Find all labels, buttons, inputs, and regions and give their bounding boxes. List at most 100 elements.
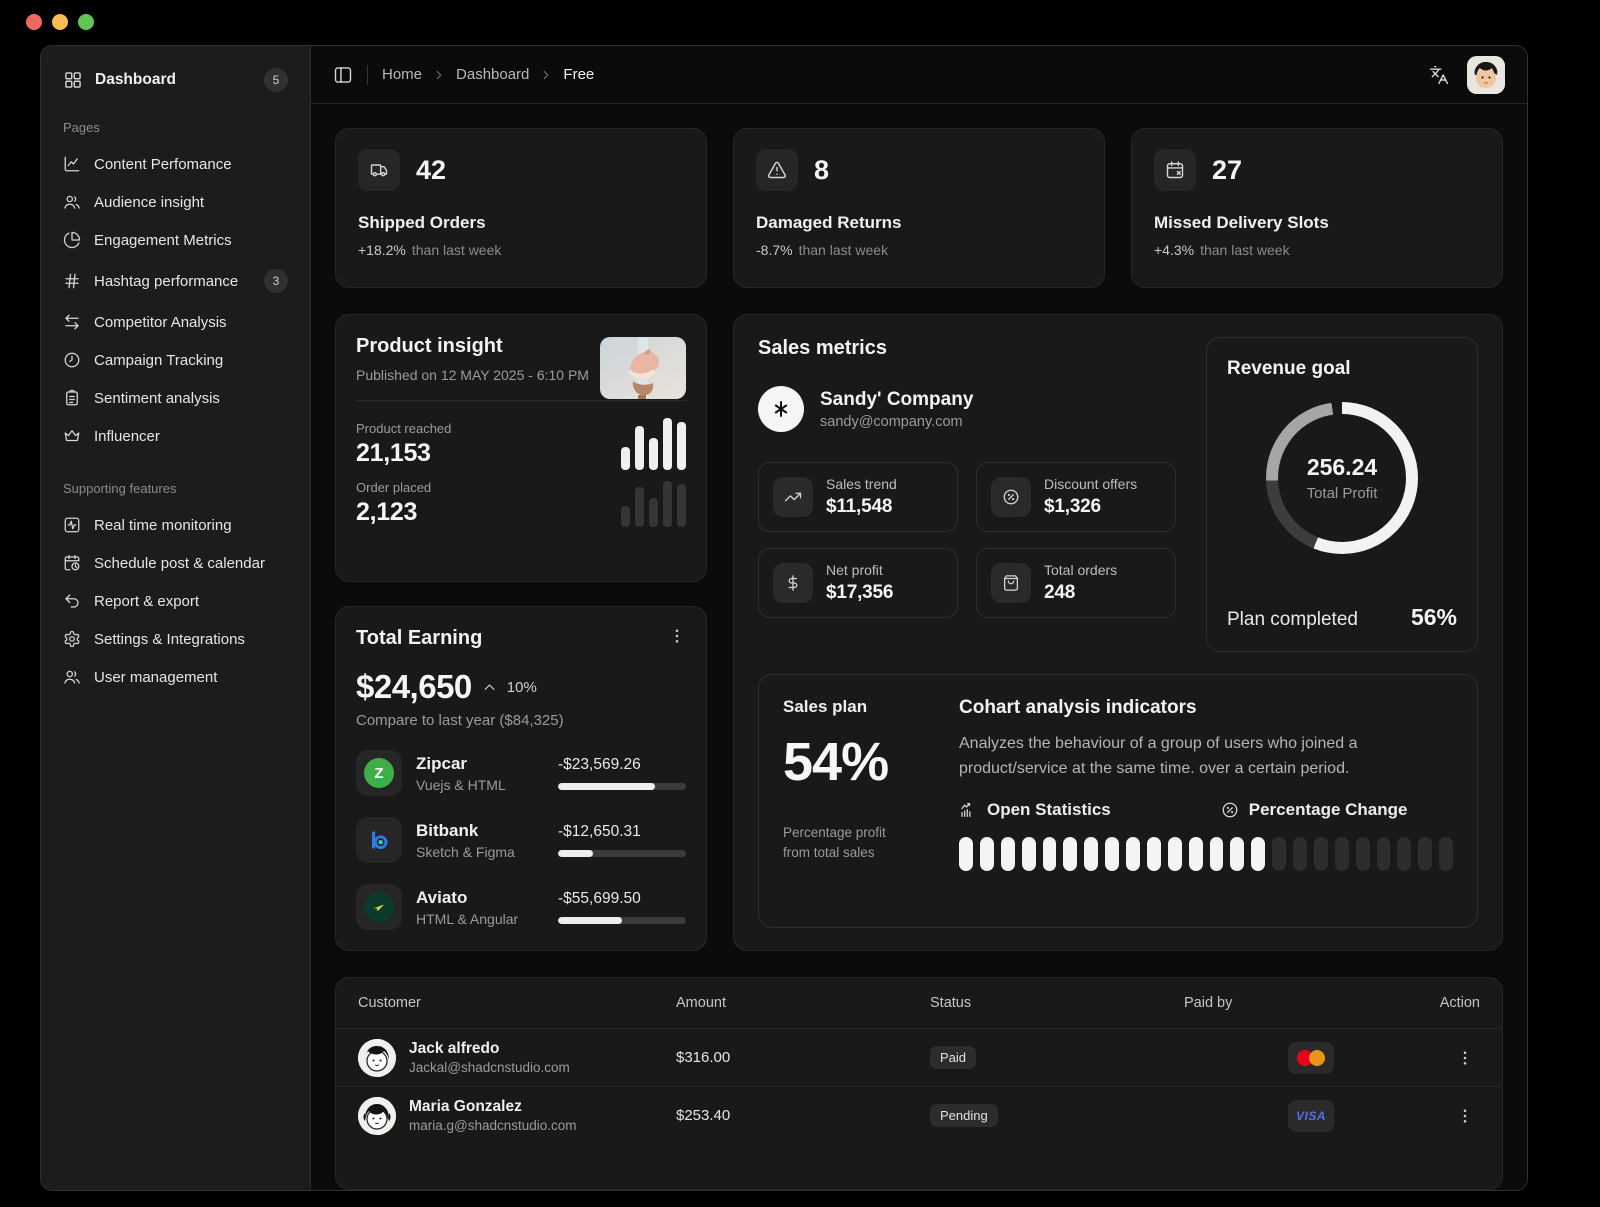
total-earning-delta: 10% <box>507 679 537 696</box>
calendar-clock-icon <box>63 554 81 572</box>
amount-cell: $253.40 <box>676 1107 930 1124</box>
calendar-x-icon-tile <box>1154 149 1196 191</box>
sidebar-dashboard-label: Dashboard <box>95 71 176 89</box>
product-reached-bar-chart <box>621 418 686 470</box>
sales-plan-subtitle: Percentage profit from total sales <box>783 823 903 864</box>
translate-icon[interactable] <box>1429 65 1449 85</box>
hash-icon <box>63 272 81 290</box>
breadcrumb: Home Dashboard Free <box>382 66 594 83</box>
product-reached-row: Product reached 21,153 <box>356 413 686 475</box>
open-statistics-link[interactable]: Open Statistics <box>959 800 1111 820</box>
stat-label: Missed Delivery Slots <box>1154 213 1480 233</box>
sales-metrics-title: Sales metrics <box>758 337 1184 360</box>
sidebar-item-competitor-analysis[interactable]: Competitor Analysis <box>55 303 296 341</box>
sidebar-item-audience-insight[interactable]: Audience insight <box>55 183 296 221</box>
percent-circle-icon <box>1221 801 1239 819</box>
table-row[interactable]: Jack alfredo Jackal@shadcnstudio.com $31… <box>336 1028 1502 1086</box>
crown-icon <box>63 427 81 445</box>
sidebar-item-schedule-post-calendar[interactable]: Schedule post & calendar <box>55 544 296 582</box>
zipcar-logo: Z <box>356 750 402 796</box>
maximize-window-button[interactable] <box>78 14 94 30</box>
breadcrumb-current: Free <box>563 66 594 83</box>
row-actions-kebab-icon[interactable] <box>1456 1049 1474 1067</box>
sidebar-item-settings-integrations[interactable]: Settings & Integrations <box>55 620 296 658</box>
sneaker-photo <box>600 337 686 399</box>
shopping-bag-icon <box>1002 574 1020 592</box>
clipboard-icon <box>63 389 81 407</box>
cohort-pill-progress <box>959 837 1453 871</box>
cohort-description: Analyzes the behaviour of a group of use… <box>959 732 1453 782</box>
stat-card-shipped-orders: 42 Shipped Orders +18.2%than last week <box>335 128 707 288</box>
sidebar-item-sentiment-analysis[interactable]: Sentiment analysis <box>55 379 296 417</box>
sidebar-item-engagement-metrics[interactable]: Engagement Metrics <box>55 221 296 259</box>
sales-plan-card: Sales plan 54% Percentage profit from to… <box>758 674 1478 928</box>
customer-name: Maria Gonzalez <box>409 1098 577 1116</box>
sidebar-item-user-management[interactable]: User management <box>55 658 296 696</box>
company-name: Sandy' Company <box>820 389 973 411</box>
sidebar-item-dashboard[interactable]: Dashboard 5 <box>55 60 296 100</box>
activity-square-icon <box>63 516 81 534</box>
app-window: Dashboard 5 Pages Content Perfomance Aud… <box>40 45 1528 1191</box>
percent-circle-icon <box>1002 488 1020 506</box>
dashboard-content: 42 Shipped Orders +18.2%than last week 8… <box>311 104 1527 1190</box>
stat-delta: +4.3%than last week <box>1154 242 1480 258</box>
sidebar-item-influencer[interactable]: Influencer <box>55 417 296 455</box>
progress-bar <box>558 850 686 857</box>
kebab-menu-icon[interactable] <box>668 627 686 645</box>
tile-total-orders[interactable]: Total orders 248 <box>976 548 1176 618</box>
progress-bar <box>558 917 686 924</box>
dashboard-grid-icon <box>63 70 83 90</box>
sidebar-item-real-time-monitoring[interactable]: Real time monitoring <box>55 506 296 544</box>
tile-discount-offers[interactable]: Discount offers $1,326 <box>976 462 1176 532</box>
visa-icon: VISA <box>1288 1100 1334 1132</box>
tile-net-profit[interactable]: Net profit $17,356 <box>758 548 958 618</box>
hashtag-count-badge: 3 <box>264 269 288 293</box>
company-row-zipcar: Z Zipcar Vuejs & HTML -$23,569.26 <box>356 750 686 796</box>
product-insight-card: Product insight Published on 12 MAY 2025… <box>335 314 707 582</box>
stat-value: 27 <box>1212 155 1242 186</box>
window-controls[interactable] <box>26 14 94 30</box>
status-badge: Pending <box>930 1104 998 1127</box>
stats-row: 42 Shipped Orders +18.2%than last week 8… <box>335 128 1503 288</box>
breadcrumb-home[interactable]: Home <box>382 66 422 83</box>
sidebar-item-content-performance[interactable]: Content Perfomance <box>55 145 296 183</box>
sidebar-item-report-export[interactable]: Report & export <box>55 582 296 620</box>
stat-label: Damaged Returns <box>756 213 1082 233</box>
panel-left-icon[interactable] <box>333 65 353 85</box>
close-window-button[interactable] <box>26 14 42 30</box>
customer-email: maria.g@shadcnstudio.com <box>409 1118 577 1133</box>
sidebar-section-pages: Pages <box>63 120 288 135</box>
company-row-aviato: Aviato HTML & Angular -$55,699.50 <box>356 884 686 930</box>
sales-metrics-section: Sales metrics Sandy' Company sandy@compa… <box>758 337 1184 652</box>
metric-label: Order placed <box>356 480 431 495</box>
percentage-change-link[interactable]: Percentage Change <box>1221 800 1408 820</box>
company-amount: -$23,569.26 <box>558 756 686 774</box>
stat-delta: +18.2%than last week <box>358 242 684 258</box>
topbar: Home Dashboard Free <box>311 46 1527 104</box>
revenue-donut-chart: 256.24 Total Profit <box>1266 402 1418 554</box>
avatar <box>358 1039 396 1077</box>
amount-cell: $316.00 <box>676 1049 930 1066</box>
table-row[interactable]: Maria Gonzalez maria.g@shadcnstudio.com … <box>336 1086 1502 1144</box>
trending-up-icon <box>784 488 802 506</box>
tile-sales-trend[interactable]: Sales trend $11,548 <box>758 462 958 532</box>
sidebar-item-campaign-tracking[interactable]: Campaign Tracking <box>55 341 296 379</box>
sidebar-section-supporting: Supporting features <box>63 481 288 496</box>
sidebar-item-hashtag-performance[interactable]: Hashtag performance 3 <box>55 259 296 303</box>
order-placed-row: Order placed 2,123 <box>356 475 686 532</box>
revenue-goal-card: Revenue goal 256.24 Total Profit Plan co… <box>1206 337 1478 652</box>
user-avatar[interactable] <box>1467 56 1505 94</box>
minimize-window-button[interactable] <box>52 14 68 30</box>
mastercard-icon <box>1288 1042 1334 1074</box>
chart-line-icon <box>63 155 81 173</box>
row-actions-kebab-icon[interactable] <box>1456 1107 1474 1125</box>
stat-value: 42 <box>416 155 446 186</box>
stat-delta: -8.7%than last week <box>756 242 1082 258</box>
topbar-divider <box>367 65 368 85</box>
divider <box>356 400 686 401</box>
stat-card-missed-delivery: 27 Missed Delivery Slots +4.3%than last … <box>1131 128 1503 288</box>
undo-icon <box>63 592 81 610</box>
chevron-right-icon <box>432 68 446 82</box>
breadcrumb-dashboard[interactable]: Dashboard <box>456 66 529 83</box>
stat-card-damaged-returns: 8 Damaged Returns -8.7%than last week <box>733 128 1105 288</box>
